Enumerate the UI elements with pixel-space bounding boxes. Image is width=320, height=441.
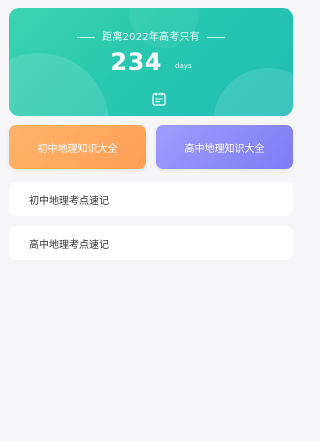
title-right-dash [207,36,226,38]
list-item-label: 高中地理考点速记 [29,239,109,251]
countdown-title-text: 距离2022年高考只有 [102,32,200,43]
junior-geography-knowledge-button[interactable]: 初中地理知识大全 [9,125,146,169]
junior-geography-knowledge-label: 初中地理知识大全 [37,143,118,155]
days-unit: days [175,61,192,70]
list-item-junior-key-points[interactable]: 初中地理考点速记 [9,182,293,216]
senior-geography-knowledge-label: 高中地理知识大全 [184,143,265,155]
countdown-value: 234 days [9,48,293,76]
list-item-label: 初中地理考点速记 [29,195,109,207]
senior-geography-knowledge-button[interactable]: 高中地理知识大全 [156,125,293,169]
list-item-senior-key-points[interactable]: 高中地理考点速记 [9,226,293,260]
calendar-icon[interactable] [152,92,166,106]
countdown-title: 距离2022年高考只有 [9,28,293,43]
days-number: 234 [110,48,162,76]
title-left-dash [76,36,95,38]
countdown-banner: 距离2022年高考只有 234 days [9,8,293,116]
